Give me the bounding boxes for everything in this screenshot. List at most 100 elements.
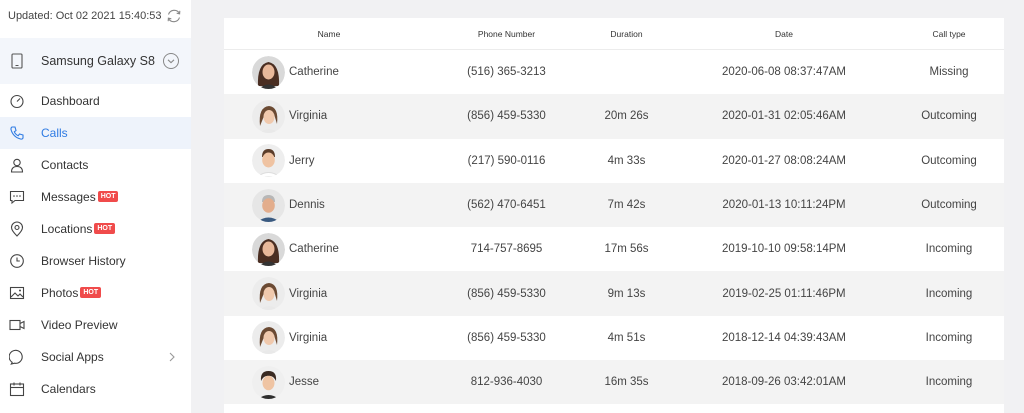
phone-number: (516) 365-3213 (467, 66, 546, 79)
sidebar-item-browser-history[interactable]: Browser History (0, 245, 191, 277)
table-row[interactable]: Jerry (217) 590-0116 4m 33s 2020-01-27 0… (224, 139, 1004, 183)
phone-number: (856) 459-5330 (467, 287, 546, 300)
call-date: 2020-01-31 02:05:46AM (721, 110, 847, 123)
call-type: Outcoming (921, 154, 977, 167)
sidebar-item-video-preview[interactable]: Video Preview (0, 309, 191, 341)
call-duration: 16m 35s (604, 376, 649, 389)
column-header-phone[interactable]: Phone Number (434, 29, 579, 39)
sidebar-item-label: Browser History (41, 254, 126, 268)
call-date: 2018-12-14 04:39:43AM (721, 331, 847, 344)
call-type: Incoming (925, 376, 973, 389)
table-row[interactable]: Virginia (856) 459-5330 9m 13s 2019-02-2… (224, 271, 1004, 316)
sidebar-item-label: Video Preview (41, 318, 118, 332)
hot-badge: HOT (94, 222, 116, 234)
call-date: 2019-10-10 09:58:14PM (721, 243, 847, 256)
table-row[interactable]: Catherine (516) 365-3213 2020-06-08 08:3… (224, 50, 1004, 94)
sidebar-item-locations[interactable]: Locations HOT (0, 213, 191, 245)
phone-number: (856) 459-5330 (467, 331, 546, 344)
clock-icon (10, 254, 24, 268)
sidebar-item-messages[interactable]: Messages HOT (0, 181, 191, 213)
chat-bubble-icon (9, 349, 23, 365)
call-date: 2019-02-25 01:11:46PM (722, 287, 846, 300)
contact-name: Virginia (289, 331, 328, 344)
call-type: Incoming (925, 243, 973, 256)
call-type: Incoming (925, 331, 973, 344)
phone-number: 714-757-8695 (470, 243, 543, 256)
column-header-duration[interactable]: Duration (579, 29, 674, 39)
image-icon (9, 286, 25, 300)
location-pin-icon (10, 221, 24, 237)
calendar-icon (9, 382, 25, 397)
message-icon (9, 190, 25, 205)
phone-number: (562) 470-6451 (467, 199, 546, 212)
avatar (252, 188, 285, 222)
call-date: 2020-06-08 08:37:47AM (721, 66, 847, 79)
call-date: 2020-01-27 08:08:24AM (721, 154, 847, 167)
table-row[interactable]: Jesse 812-936-4030 16m 35s 2018-09-26 03… (224, 360, 1004, 405)
call-type: Outcoming (921, 110, 977, 123)
sidebar-item-calls[interactable]: Calls (0, 117, 191, 149)
avatar (252, 232, 285, 266)
table-row[interactable]: Catherine 714-757-8695 17m 56s 2019-10-1… (224, 227, 1004, 271)
contact-name: Jerry (289, 154, 315, 167)
table-row[interactable]: Dennis (562) 470-6451 7m 42s 2020-01-13 … (224, 182, 1004, 228)
avatar (252, 99, 285, 133)
device-phone-icon (11, 53, 23, 69)
column-header-date[interactable]: Date (674, 29, 894, 39)
call-duration: 4m 33s (607, 154, 646, 167)
hot-badge: HOT (97, 190, 119, 202)
call-type: Outcoming (921, 199, 977, 212)
sidebar-item-label: Social Apps (41, 350, 104, 364)
phone-number: (217) 590-0116 (467, 154, 546, 167)
sidebar-item-label: Calls (41, 126, 68, 140)
call-date: 2020-01-13 10:11:24PM (722, 199, 846, 212)
avatar (252, 365, 285, 399)
sidebar-item-calendars[interactable]: Calendars (0, 373, 191, 405)
column-header-name[interactable]: Name (224, 29, 434, 39)
sidebar-item-photos[interactable]: Photos HOT (0, 277, 191, 309)
avatar (252, 277, 285, 311)
call-type: Incoming (925, 287, 973, 300)
updated-text: Updated: Oct 02 2021 15:40:53 (8, 10, 162, 22)
column-header-call-type[interactable]: Call type (894, 29, 1004, 39)
sidebar-nav: Dashboard Calls Contacts Messages HOT Lo… (0, 85, 191, 405)
sidebar-item-label: Locations (41, 222, 93, 236)
table-header: Name Phone Number Duration Date Call typ… (224, 18, 1004, 50)
chevron-down-icon[interactable] (162, 52, 180, 70)
device-name: Samsung Galaxy S8 (41, 54, 155, 68)
call-duration: 7m 42s (607, 199, 646, 212)
sidebar: Updated: Oct 02 2021 15:40:53 Samsung Ga… (0, 0, 191, 413)
sidebar-item-label: Calendars (41, 382, 96, 396)
call-date: 2018-09-26 03:42:01AM (721, 376, 847, 389)
call-duration: 17m 56s (604, 243, 649, 256)
calls-table: Name Phone Number Duration Date Call typ… (224, 18, 1004, 413)
sidebar-item-label: Dashboard (41, 94, 100, 108)
contact-name: Dennis (289, 199, 325, 212)
phone-number: (856) 459-5330 (467, 110, 546, 123)
sidebar-item-dashboard[interactable]: Dashboard (0, 85, 191, 117)
contact-name: Catherine (289, 66, 339, 79)
call-duration: 9m 13s (607, 287, 646, 300)
chevron-right-icon[interactable] (167, 351, 177, 363)
avatar (252, 55, 285, 89)
contact-name: Virginia (289, 287, 328, 300)
phone-number: 812-936-4030 (470, 376, 543, 389)
contact-icon (10, 158, 24, 173)
refresh-icon[interactable] (165, 7, 183, 25)
updated-status: Updated: Oct 02 2021 15:40:53 (0, 0, 191, 32)
call-duration: 20m 26s (604, 110, 649, 123)
call-type: Missing (929, 66, 969, 79)
sidebar-item-label: Contacts (41, 158, 89, 172)
contact-name: Virginia (289, 110, 328, 123)
sidebar-item-social-apps[interactable]: Social Apps (0, 341, 191, 373)
table-row[interactable]: Virginia (856) 459-5330 4m 51s 2018-12-1… (224, 316, 1004, 360)
call-duration: 4m 51s (607, 331, 646, 344)
sidebar-item-contacts[interactable]: Contacts (0, 149, 191, 181)
device-selector[interactable]: Samsung Galaxy S8 (0, 38, 191, 84)
table-body: Catherine (516) 365-3213 2020-06-08 08:3… (224, 50, 1004, 405)
sidebar-item-label: Photos (41, 286, 79, 300)
video-icon (9, 319, 25, 331)
avatar (252, 144, 285, 178)
table-row[interactable]: Virginia (856) 459-5330 20m 26s 2020-01-… (224, 94, 1004, 139)
contact-name: Jesse (289, 376, 320, 389)
